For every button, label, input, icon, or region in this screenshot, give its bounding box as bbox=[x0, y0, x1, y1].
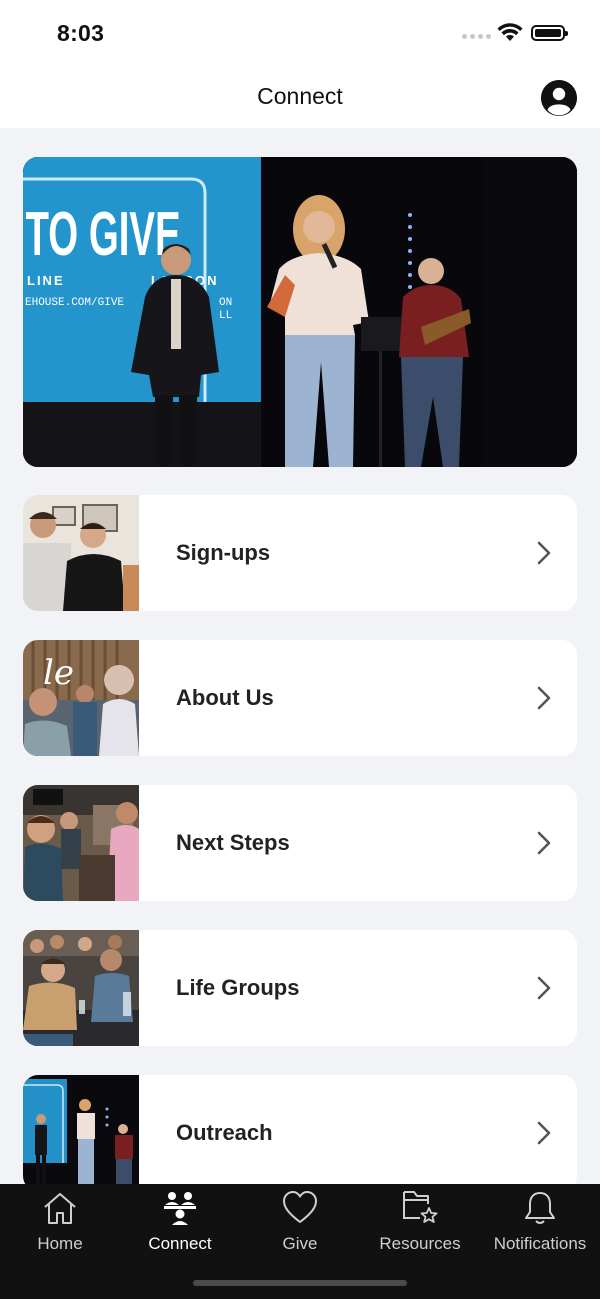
battery-icon bbox=[531, 25, 568, 41]
chevron-right-icon bbox=[537, 831, 551, 855]
menu-item-label: Next Steps bbox=[176, 830, 290, 855]
tab-connect[interactable]: Connect bbox=[120, 1184, 240, 1264]
chevron-right-icon bbox=[537, 976, 551, 1000]
cellular-signal-icon bbox=[462, 34, 491, 39]
status-bar: 8:03 bbox=[0, 0, 600, 64]
tab-label: Home bbox=[37, 1234, 83, 1253]
tab-home[interactable]: Home bbox=[0, 1184, 120, 1264]
content-scroll-area[interactable]: TO GIVE LINE EHOUSE.COM/GIVE I ERSON ON … bbox=[0, 128, 600, 1184]
status-time: 8:03 bbox=[57, 20, 105, 46]
home-indicator[interactable] bbox=[193, 1280, 407, 1286]
menu-item-label: Outreach bbox=[176, 1120, 273, 1145]
menu-item-label: About Us bbox=[176, 685, 274, 710]
svg-text:le: le bbox=[43, 653, 74, 693]
chevron-right-icon bbox=[537, 541, 551, 565]
navigation-bar: Connect bbox=[0, 64, 600, 128]
tab-give[interactable]: Give bbox=[240, 1184, 360, 1264]
tab-label: Connect bbox=[148, 1234, 212, 1253]
person-circle-icon bbox=[541, 80, 577, 116]
house-icon bbox=[44, 1193, 76, 1224]
about-us-thumbnail: le bbox=[23, 640, 139, 756]
screen-text: ON bbox=[219, 297, 232, 309]
menu-item-sign-ups[interactable]: Sign-ups bbox=[23, 495, 577, 611]
menu-item-outreach[interactable]: Outreach bbox=[23, 1075, 577, 1184]
menu-item-about-us[interactable]: le About Us bbox=[23, 640, 577, 756]
menu-item-label: Sign-ups bbox=[176, 540, 271, 565]
screen-text: LL bbox=[219, 310, 232, 322]
menu-item-life-groups[interactable]: Life Groups bbox=[23, 930, 577, 1046]
tab-label: Give bbox=[282, 1234, 318, 1253]
tab-label: Notifications bbox=[493, 1234, 587, 1253]
screen-text: LINE bbox=[27, 273, 65, 288]
life-groups-thumbnail bbox=[23, 930, 139, 1046]
outreach-thumbnail bbox=[23, 1075, 139, 1184]
next-steps-thumbnail bbox=[23, 785, 139, 901]
worship-stage-photo: TO GIVE LINE EHOUSE.COM/GIVE I ERSON ON … bbox=[23, 157, 577, 467]
screen-text: EHOUSE.COM/GIVE bbox=[25, 297, 124, 309]
tab-notifications[interactable]: Notifications bbox=[480, 1184, 600, 1264]
heart-icon bbox=[283, 1191, 317, 1223]
hero-banner-image[interactable]: TO GIVE LINE EHOUSE.COM/GIVE I ERSON ON … bbox=[23, 157, 577, 467]
folder-star-icon bbox=[403, 1191, 438, 1223]
profile-button[interactable] bbox=[541, 80, 577, 116]
sign-ups-thumbnail bbox=[23, 495, 139, 611]
tab-resources[interactable]: Resources bbox=[360, 1184, 480, 1264]
tab-label: Resources bbox=[379, 1234, 461, 1253]
bell-icon bbox=[525, 1192, 555, 1224]
menu-item-label: Life Groups bbox=[176, 975, 300, 1000]
people-icon bbox=[164, 1192, 196, 1225]
screen-text: TO GIVE bbox=[25, 199, 180, 269]
chevron-right-icon bbox=[537, 686, 551, 710]
menu-item-next-steps[interactable]: Next Steps bbox=[23, 785, 577, 901]
chevron-right-icon bbox=[537, 1121, 551, 1145]
page-title: Connect bbox=[257, 83, 343, 109]
wifi-icon bbox=[497, 23, 523, 41]
